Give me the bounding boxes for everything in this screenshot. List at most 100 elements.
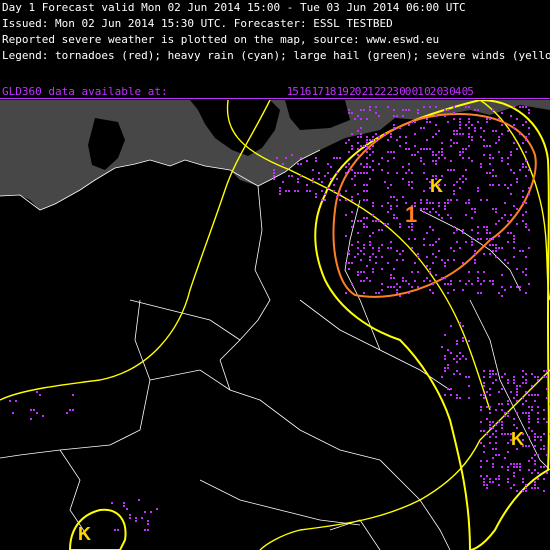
lightning-dot bbox=[531, 385, 533, 387]
lightning-dot bbox=[537, 394, 539, 396]
lightning-dot bbox=[306, 190, 308, 192]
lightning-dot bbox=[39, 394, 41, 396]
lightning-dot bbox=[516, 388, 518, 390]
lightning-dot bbox=[468, 199, 470, 201]
lightning-dot bbox=[483, 478, 485, 480]
lightning-dot bbox=[363, 292, 365, 294]
lightning-dot bbox=[516, 118, 518, 120]
lightning-dot bbox=[525, 379, 527, 381]
lightning-dot bbox=[366, 172, 368, 174]
lightning-dot bbox=[447, 259, 449, 261]
lightning-dot bbox=[441, 142, 443, 144]
lightning-dot bbox=[345, 172, 347, 174]
lightning-dot bbox=[528, 187, 530, 189]
lightning-dot bbox=[495, 247, 497, 249]
lightning-dot bbox=[432, 229, 434, 231]
lightning-dot bbox=[498, 136, 500, 138]
lightning-dot bbox=[489, 172, 491, 174]
lightning-dot bbox=[297, 163, 299, 165]
lightning-dot bbox=[369, 109, 371, 111]
lightning-dot bbox=[450, 388, 452, 390]
lightning-dot bbox=[348, 253, 350, 255]
lightning-dot bbox=[495, 130, 497, 132]
lightning-dot bbox=[522, 478, 524, 480]
lightning-dot bbox=[528, 445, 530, 447]
lightning-dot bbox=[513, 256, 515, 258]
lightning-dot bbox=[519, 133, 521, 135]
lightning-dot bbox=[483, 451, 485, 453]
lightning-dot bbox=[483, 385, 485, 387]
lightning-dot bbox=[408, 184, 410, 186]
lightning-dot bbox=[519, 469, 521, 471]
lightning-dot bbox=[372, 160, 374, 162]
lightning-dot bbox=[390, 184, 392, 186]
lightning-dot bbox=[306, 160, 308, 162]
lightning-dot bbox=[480, 283, 482, 285]
lightning-dot bbox=[438, 202, 440, 204]
lightning-dot bbox=[354, 118, 356, 120]
lightning-dot bbox=[408, 283, 410, 285]
lightning-dot bbox=[429, 211, 431, 213]
lightning-dot bbox=[378, 250, 380, 252]
lightning-dot bbox=[114, 529, 116, 531]
lightning-dot bbox=[330, 178, 332, 180]
lightning-dot bbox=[513, 235, 515, 237]
lightning-dot bbox=[480, 127, 482, 129]
lightning-dot bbox=[405, 172, 407, 174]
lightning-dot bbox=[453, 232, 455, 234]
lightning-dot bbox=[456, 229, 458, 231]
lightning-dot bbox=[489, 481, 491, 483]
lightning-dot bbox=[519, 463, 521, 465]
lightning-dot bbox=[351, 112, 353, 114]
lightning-dot bbox=[285, 157, 287, 159]
lightning-dot bbox=[531, 394, 533, 396]
lightning-dot bbox=[486, 433, 488, 435]
lightning-dot bbox=[417, 112, 419, 114]
lightning-dot bbox=[351, 169, 353, 171]
lightning-dot bbox=[345, 262, 347, 264]
lightning-dot bbox=[321, 199, 323, 201]
lightning-dot bbox=[534, 445, 536, 447]
lightning-dot bbox=[483, 280, 485, 282]
lightning-dot bbox=[411, 154, 413, 156]
lightning-dot bbox=[486, 391, 488, 393]
lightning-dot bbox=[519, 286, 521, 288]
lightning-dot bbox=[378, 220, 380, 222]
lightning-dot bbox=[36, 391, 38, 393]
lightning-dot bbox=[336, 196, 338, 198]
lightning-dot bbox=[417, 256, 419, 258]
lightning-dot bbox=[480, 466, 482, 468]
lightning-dot bbox=[528, 469, 530, 471]
lightning-dot bbox=[444, 115, 446, 117]
lightning-dot bbox=[507, 379, 509, 381]
lightning-dot bbox=[366, 277, 368, 279]
lightning-dot bbox=[531, 373, 533, 375]
lightning-dot bbox=[543, 478, 545, 480]
lightning-dot bbox=[435, 211, 437, 213]
lightning-dot bbox=[474, 208, 476, 210]
lightning-dot bbox=[393, 277, 395, 279]
lightning-dot bbox=[492, 481, 494, 483]
lightning-dot bbox=[534, 436, 536, 438]
lightning-dot bbox=[513, 397, 515, 399]
lightning-dot bbox=[522, 214, 524, 216]
lightning-dot bbox=[129, 514, 131, 516]
lightning-dot bbox=[522, 376, 524, 378]
lightning-dot bbox=[453, 226, 455, 228]
lightning-dot bbox=[504, 214, 506, 216]
lightning-dot bbox=[465, 214, 467, 216]
lightning-dot bbox=[351, 133, 353, 135]
lightning-dot bbox=[393, 109, 395, 111]
lightning-dot bbox=[522, 412, 524, 414]
lightning-dot bbox=[378, 115, 380, 117]
lightning-dot bbox=[501, 247, 503, 249]
lightning-dot bbox=[384, 181, 386, 183]
lightning-dot bbox=[441, 259, 443, 261]
lightning-dot bbox=[408, 109, 410, 111]
lightning-dot bbox=[300, 163, 302, 165]
lightning-dot bbox=[312, 169, 314, 171]
lightning-dot bbox=[534, 433, 536, 435]
lightning-dot bbox=[525, 487, 527, 489]
lightning-dot bbox=[504, 184, 506, 186]
lightning-dot bbox=[402, 109, 404, 111]
